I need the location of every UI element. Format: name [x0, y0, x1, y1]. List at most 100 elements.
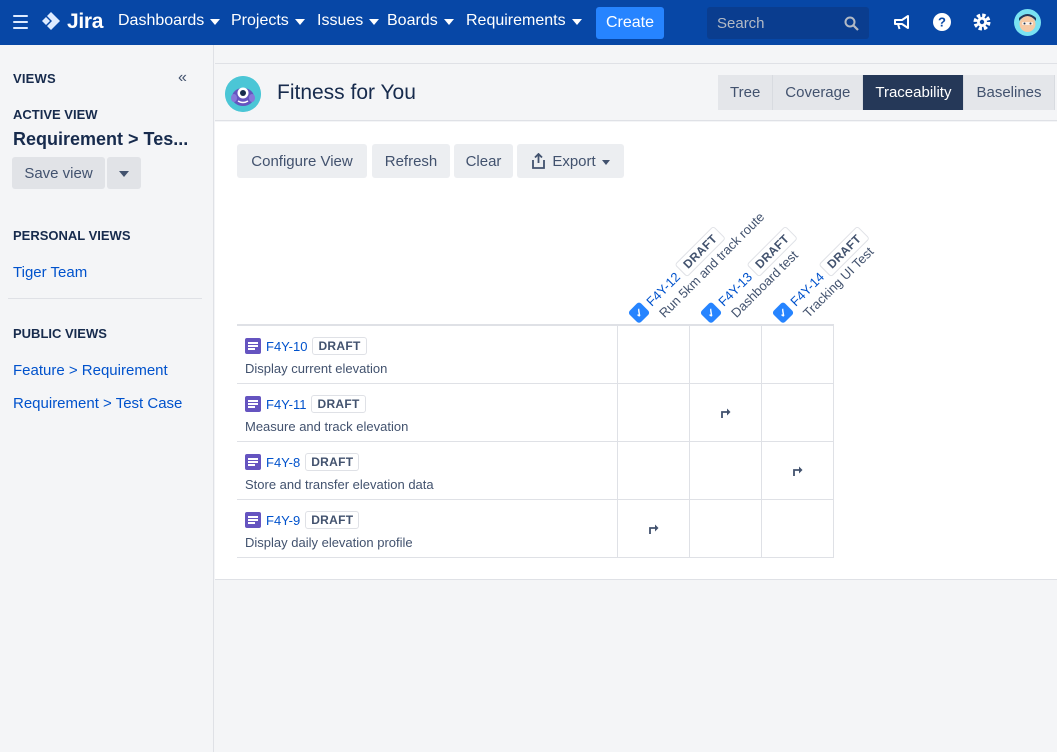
project-monster-icon [225, 76, 261, 112]
chevron-down-icon [119, 171, 129, 177]
app-switcher-menu-icon[interactable] [13, 15, 28, 29]
jira-logo-icon [42, 12, 60, 30]
tab-tree[interactable]: Tree [718, 75, 774, 110]
row-summary: Display current elevation [245, 361, 388, 376]
svg-text:?: ? [938, 15, 946, 30]
test-case-icon: ✓ [627, 301, 651, 325]
jira-logo-text: Jira [67, 10, 104, 33]
requirement-icon [245, 338, 261, 354]
public-view-feature-requirement[interactable]: Feature > Requirement [13, 362, 168, 379]
matrix-cell[interactable] [618, 326, 690, 383]
public-view-requirement-test-case[interactable]: Requirement > Test Case [13, 395, 182, 412]
nav-issues-label: Issues [317, 12, 364, 29]
matrix-cell[interactable] [762, 384, 834, 441]
nav-boards-label: Boards [387, 12, 438, 29]
active-view-name: Requirement > Tes... [13, 129, 189, 149]
gear-icon[interactable] [972, 12, 992, 32]
matrix-cell[interactable] [618, 442, 690, 499]
matrix-cell-linked[interactable] [762, 442, 834, 499]
matrix-cell-linked[interactable] [618, 500, 690, 557]
traceability-content: Configure View Refresh Clear Export ✓ F4… [215, 122, 1057, 580]
save-view-button[interactable]: Save view [12, 157, 105, 189]
matrix-cell[interactable] [618, 384, 690, 441]
save-view-dropdown-button[interactable] [107, 157, 141, 189]
empty-area [215, 581, 1057, 752]
chevron-down-icon [443, 19, 454, 25]
table-row: F4Y-9 DRAFT Display daily elevation prof… [237, 500, 834, 558]
project-avatar [225, 76, 261, 112]
jira-logo[interactable]: Jira [40, 10, 103, 34]
chevron-down-icon [210, 19, 221, 25]
user-avatar-icon [1019, 14, 1036, 32]
configure-view-button[interactable]: Configure View [237, 144, 367, 178]
chevron-down-icon [369, 19, 380, 25]
trace-link-arrow-icon [648, 524, 658, 534]
public-views-heading: PUBLIC VIEWS [13, 326, 107, 341]
nav-requirements[interactable]: Requirements [466, 12, 582, 30]
active-view-heading: ACTIVE VIEW [13, 107, 98, 122]
chevron-down-icon [601, 159, 610, 165]
requirement-icon [245, 454, 261, 470]
matrix-cell-linked[interactable] [690, 384, 762, 441]
export-icon [532, 153, 546, 169]
row-header: F4Y-9 DRAFT Display daily elevation prof… [237, 500, 618, 557]
nav-dashboards[interactable]: Dashboards [118, 12, 221, 30]
requirement-icon [245, 396, 261, 412]
table-row: F4Y-8 DRAFT Store and transfer elevation… [237, 442, 834, 500]
megaphone-icon[interactable] [892, 12, 912, 32]
row-key[interactable]: F4Y-9 [266, 513, 300, 528]
traceability-matrix: F4Y-10 DRAFT Display current elevation F… [237, 324, 834, 558]
row-key[interactable]: F4Y-10 [266, 339, 307, 354]
matrix-cell[interactable] [762, 500, 834, 557]
row-header: F4Y-11 DRAFT Measure and track elevation [237, 384, 618, 441]
row-key[interactable]: F4Y-11 [266, 397, 306, 412]
status-badge: DRAFT [312, 337, 367, 355]
user-avatar[interactable] [1014, 9, 1041, 36]
row-summary: Measure and track elevation [245, 419, 409, 434]
table-row: F4Y-10 DRAFT Display current elevation [237, 326, 834, 384]
row-header: F4Y-8 DRAFT Store and transfer elevation… [237, 442, 618, 499]
test-case-icon: ✓ [771, 301, 795, 325]
row-summary: Store and transfer elevation data [245, 477, 434, 492]
nav-projects-label: Projects [231, 12, 289, 29]
nav-requirements-label: Requirements [466, 12, 566, 29]
personal-view-tiger-team[interactable]: Tiger Team [13, 264, 87, 281]
trace-link-arrow-icon [720, 408, 730, 418]
export-button[interactable]: Export [517, 144, 624, 178]
tab-baselines[interactable]: Baselines [964, 75, 1055, 110]
matrix-cell[interactable] [690, 442, 762, 499]
nav-projects[interactable]: Projects [231, 12, 305, 30]
matrix-cell[interactable] [762, 326, 834, 383]
status-badge: DRAFT [311, 395, 366, 413]
views-heading: VIEWS [13, 71, 56, 86]
nav-issues[interactable]: Issues [317, 12, 380, 30]
clear-button[interactable]: Clear [454, 144, 513, 178]
nav-boards[interactable]: Boards [387, 12, 454, 30]
matrix-cell[interactable] [690, 500, 762, 557]
search-icon [844, 16, 859, 31]
collapse-sidebar-icon[interactable]: « [178, 69, 187, 87]
tab-traceability[interactable]: Traceability [863, 75, 965, 110]
refresh-button[interactable]: Refresh [372, 144, 450, 178]
export-label: Export [552, 152, 596, 170]
project-header: Fitness for You Tree Coverage Traceabili… [215, 63, 1057, 121]
tab-coverage[interactable]: Coverage [773, 75, 864, 110]
status-badge: DRAFT [305, 511, 360, 529]
sidebar-divider [8, 298, 202, 299]
create-button[interactable]: Create [596, 7, 664, 39]
row-key[interactable]: F4Y-8 [266, 455, 300, 470]
personal-views-heading: PERSONAL VIEWS [13, 228, 131, 243]
table-row: F4Y-11 DRAFT Measure and track elevation [237, 384, 834, 442]
help-icon[interactable]: ? [932, 12, 952, 32]
search-placeholder: Search [717, 14, 765, 32]
requirement-icon [245, 512, 261, 528]
status-badge: DRAFT [305, 453, 360, 471]
chevron-down-icon [571, 19, 582, 25]
trace-link-arrow-icon [792, 466, 802, 476]
nav-dashboards-label: Dashboards [118, 12, 205, 29]
sidebar: VIEWS « ACTIVE VIEW Requirement > Tes...… [0, 45, 214, 752]
row-summary: Display daily elevation profile [245, 535, 413, 550]
top-nav: Jira Dashboards Projects Issues Boards R… [0, 0, 1057, 45]
matrix-cell[interactable] [690, 326, 762, 383]
search-input[interactable]: Search [707, 7, 869, 39]
